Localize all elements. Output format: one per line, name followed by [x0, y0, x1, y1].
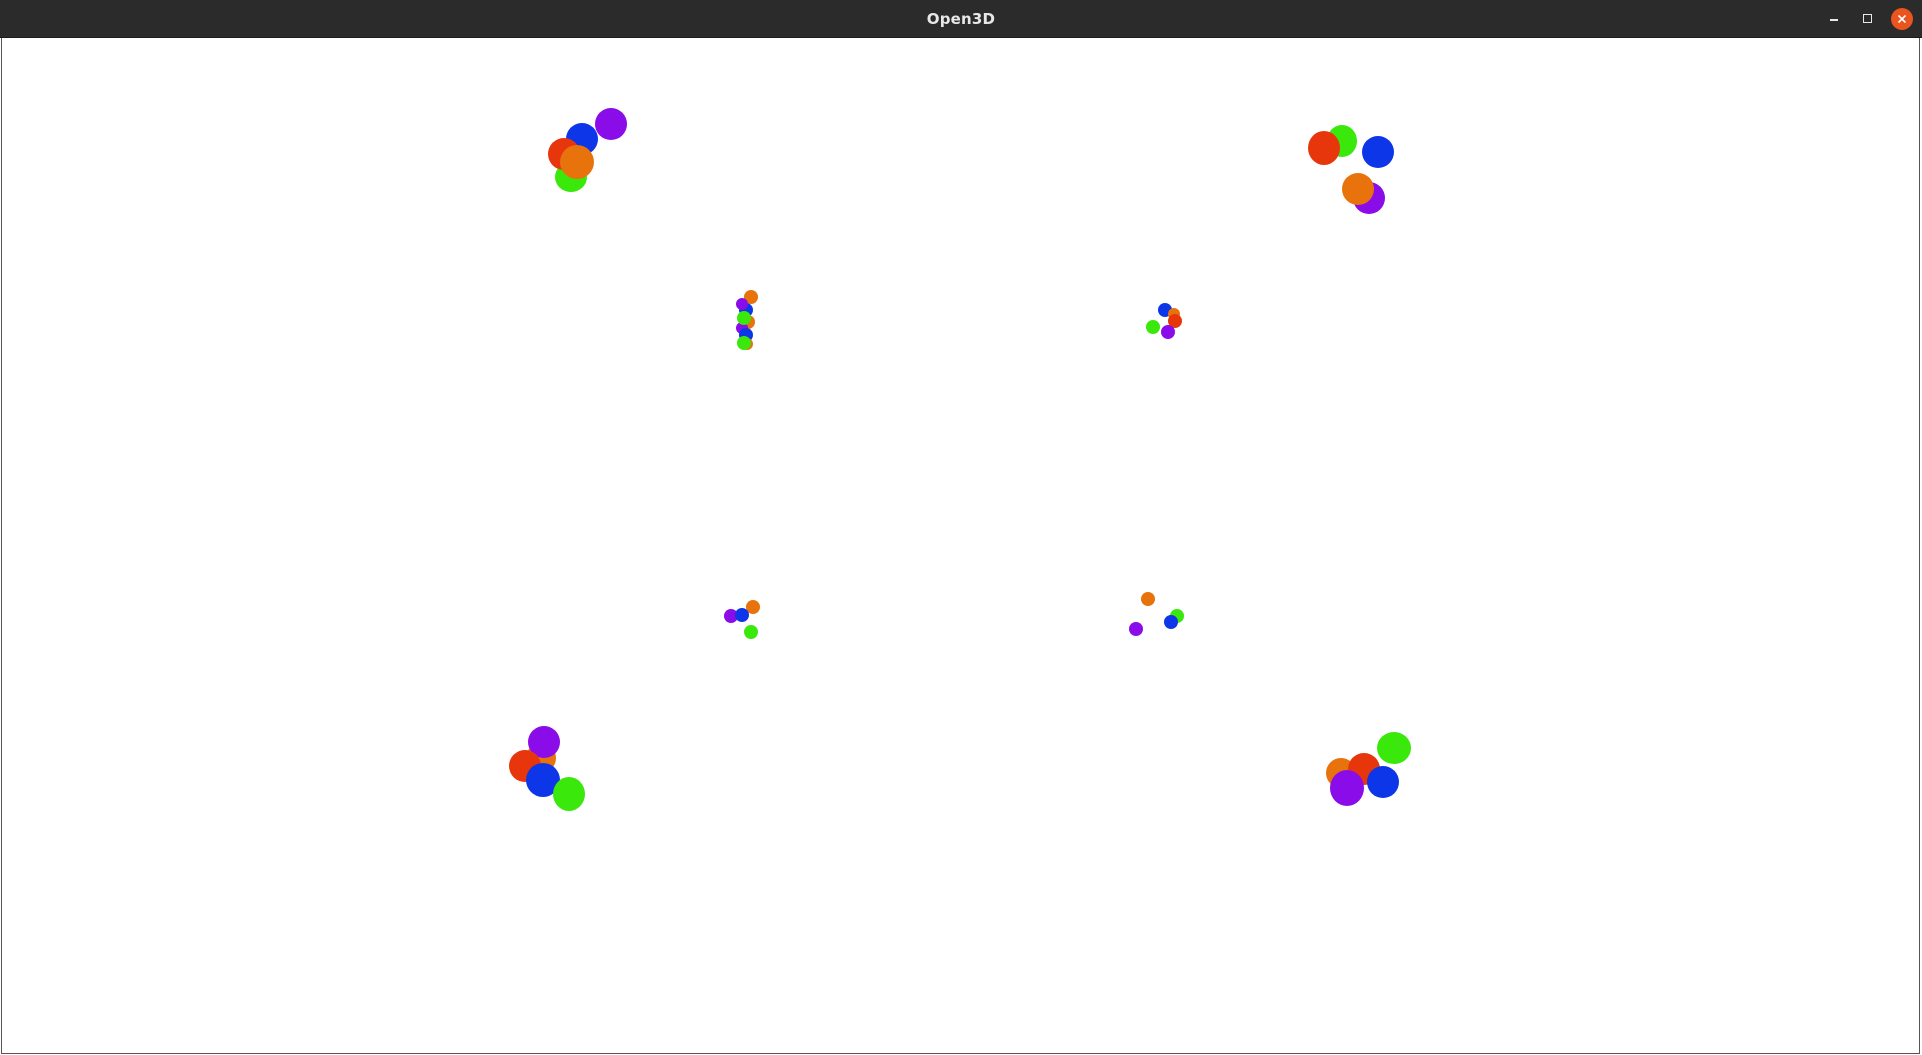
- sphere-green: [1146, 320, 1160, 334]
- sphere-red: [1308, 131, 1340, 165]
- sphere-blue: [1367, 766, 1399, 798]
- close-icon: [1897, 14, 1907, 24]
- sphere-green: [737, 336, 751, 350]
- maximize-icon: [1863, 14, 1872, 23]
- minimize-button[interactable]: [1823, 8, 1845, 30]
- sphere-orange: [560, 145, 594, 179]
- minimize-icon: [1830, 19, 1838, 21]
- point-cloud-render: [509, 108, 1411, 811]
- sphere-green: [737, 311, 751, 325]
- sphere-orange: [1141, 592, 1155, 606]
- sphere-cluster-bottom-right-inner: [1129, 592, 1184, 636]
- sphere-green: [1377, 732, 1411, 764]
- sphere-green: [553, 777, 585, 811]
- sphere-blue: [1164, 615, 1178, 629]
- sphere-purple: [595, 108, 627, 140]
- sphere-cluster-bottom-right-outer: [1326, 732, 1411, 806]
- sphere-purple: [1129, 622, 1143, 636]
- sphere-blue: [735, 608, 749, 622]
- sphere-purple: [1330, 770, 1364, 806]
- sphere-purple: [1161, 325, 1175, 339]
- sphere-orange: [1342, 173, 1374, 205]
- sphere-cluster-top-left-outer: [548, 108, 627, 192]
- sphere-cluster-bottom-left-inner: [724, 600, 760, 639]
- close-button[interactable]: [1891, 8, 1913, 30]
- sphere-cluster-bottom-left-outer: [509, 726, 585, 811]
- open3d-window: Open3D: [0, 0, 1922, 1055]
- sphere-cluster-top-right-outer: [1308, 125, 1394, 214]
- maximize-button[interactable]: [1857, 8, 1879, 30]
- sphere-green: [744, 625, 758, 639]
- sphere-cluster-top-right-inner: [1146, 303, 1182, 339]
- sphere-blue: [1362, 136, 1394, 168]
- sphere-purple: [736, 298, 748, 310]
- sphere-cluster-top-left-inner: [736, 290, 758, 350]
- 3d-viewport[interactable]: [1, 38, 1920, 1054]
- title-bar[interactable]: Open3D: [0, 0, 1922, 38]
- window-title: Open3D: [926, 10, 996, 28]
